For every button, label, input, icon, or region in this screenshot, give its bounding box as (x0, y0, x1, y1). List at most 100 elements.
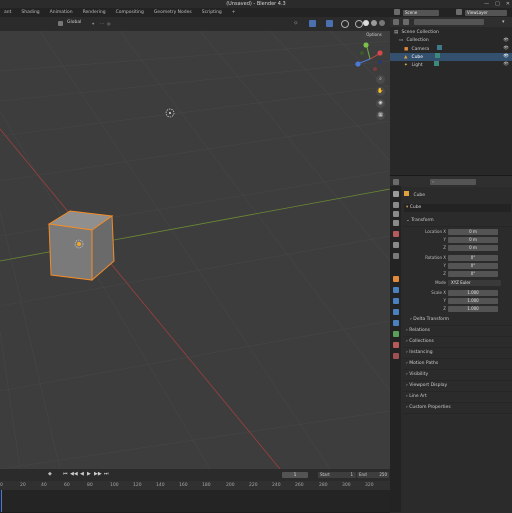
view-layer-field[interactable]: ViewLayer (465, 9, 507, 16)
maximize-icon[interactable]: □ (495, 1, 500, 7)
options-dropdown[interactable]: Options (362, 32, 386, 38)
scale-x-field[interactable]: 1.000 (448, 290, 498, 296)
location-x-field[interactable]: 0 m (448, 229, 498, 235)
current-frame-field[interactable]: 1 (282, 472, 308, 478)
rotation-z-field[interactable]: 0° (448, 271, 498, 277)
panel-visibility[interactable]: › Visibility (403, 370, 512, 381)
transform-orientation-dropdown[interactable]: Global (67, 19, 89, 27)
panel-transform[interactable]: ⌄ Transform (403, 216, 512, 227)
play-reverse-icon[interactable]: ◀ (80, 471, 84, 477)
material-tab-icon[interactable] (393, 342, 399, 348)
texture-tab-icon[interactable] (393, 353, 399, 359)
keyframe-icon[interactable]: ◆ (48, 471, 52, 477)
object-tab-icon[interactable] (393, 276, 399, 282)
camera-visibility-icon[interactable]: 👁 (503, 45, 509, 53)
outliner-item-cube[interactable]: ▲ Cube 👁 (390, 53, 512, 61)
panel-custom-properties[interactable]: › Custom Properties (403, 403, 512, 414)
outliner-item-collection[interactable]: ▭ Collection 👁 (390, 37, 512, 45)
outliner-item-light[interactable]: ✦ Light 👁 (390, 61, 512, 69)
editor-type-icon[interactable] (393, 19, 399, 25)
editor-type-icon[interactable] (393, 179, 399, 185)
outliner-item-scene-collection[interactable]: ▤ Scene Collection (390, 29, 512, 37)
camera-view-icon[interactable]: ◉ (376, 99, 385, 108)
perspective-toggle-icon[interactable]: ▦ (376, 111, 385, 120)
tab-workspace[interactable]: ant (0, 8, 15, 17)
modifier-tab-icon[interactable] (393, 287, 399, 293)
overlay-toggle-icon[interactable] (326, 20, 333, 27)
tool-tab-icon[interactable] (393, 191, 399, 197)
cube-object[interactable] (47, 210, 115, 282)
snap-icon[interactable]: ⋯ (100, 21, 104, 26)
pivot-icon[interactable]: ⌖ (92, 21, 94, 26)
particles-tab-icon[interactable] (393, 298, 399, 304)
proportional-edit-icon[interactable]: ◎ (107, 21, 111, 26)
tab-geometry-nodes[interactable]: Geometry Nodes (150, 8, 196, 17)
prev-keyframe-icon[interactable]: ◀◀ (70, 471, 78, 477)
viewport-canvas[interactable] (0, 31, 390, 469)
outliner-item-camera[interactable]: ■ Camera 👁 (390, 45, 512, 53)
panel-delta-transform[interactable]: › Delta Transform (410, 315, 512, 326)
outliner-search-input[interactable] (414, 19, 484, 25)
properties-search-input[interactable]: ⌕ (430, 179, 476, 185)
tab-compositing[interactable]: Compositing (112, 8, 148, 17)
panel-line-art[interactable]: › Line Art (403, 392, 512, 403)
end-frame-field[interactable]: End 250 (357, 472, 389, 478)
xray-icon[interactable] (341, 20, 349, 28)
panel-collections[interactable]: › Collections (403, 337, 512, 348)
play-icon[interactable]: ▶ (87, 471, 91, 477)
close-icon[interactable]: ✕ (506, 1, 510, 7)
playhead[interactable] (1, 490, 2, 512)
jump-end-icon[interactable]: ⏭ (104, 471, 109, 477)
start-frame-field[interactable]: Start 1 (318, 472, 356, 478)
location-z-field[interactable]: 0 m (448, 245, 498, 251)
scale-y-field[interactable]: 1.000 (448, 298, 498, 304)
timeline-area[interactable] (0, 490, 390, 512)
3d-viewport[interactable]: Options ⌕ ✋ ◉ ▦ (0, 31, 390, 469)
rendered-shading-icon[interactable] (379, 20, 385, 26)
next-keyframe-icon[interactable]: ▶▶ (94, 471, 102, 477)
minimize-icon[interactable]: — (484, 1, 489, 7)
jump-start-icon[interactable]: ⏮ (63, 471, 68, 477)
navigation-gizmo[interactable] (355, 42, 383, 71)
scene-name-field[interactable]: Scene (403, 9, 439, 16)
collection-tab-icon[interactable] (393, 253, 399, 259)
scale-z-field[interactable]: 1.000 (448, 306, 498, 312)
tab-rendering[interactable]: Rendering (79, 8, 110, 17)
view-layer-tab-icon[interactable] (393, 220, 399, 226)
rotation-mode-dropdown[interactable]: XYZ Euler (448, 280, 501, 286)
object-name-field[interactable]: ▾ Cube (404, 204, 511, 212)
location-y-field[interactable]: 0 m (448, 237, 498, 243)
display-mode-icon[interactable] (403, 19, 409, 25)
visibility-icon[interactable]: ⬦ (294, 20, 298, 26)
constraints-tab-icon[interactable] (393, 320, 399, 326)
rotation-y-field[interactable]: 0° (448, 263, 498, 269)
3d-cursor-icon[interactable] (165, 108, 175, 118)
add-workspace-button[interactable]: + (228, 8, 240, 17)
tab-animation[interactable]: Animation (46, 8, 77, 17)
tab-shading[interactable]: Shading (17, 8, 43, 17)
panel-relations[interactable]: › Relations (403, 326, 512, 337)
scene-tab-icon[interactable] (393, 231, 399, 237)
light-visibility-icon[interactable]: 👁 (503, 61, 509, 69)
frame-ruler[interactable]: 0 20 40 60 80 100 120 140 160 180 200 22… (0, 481, 390, 490)
data-tab-icon[interactable] (393, 331, 399, 337)
render-tab-icon[interactable] (393, 202, 399, 208)
gizmo-y-icon (363, 42, 369, 48)
gizmo-toggle-icon[interactable] (309, 20, 316, 27)
filter-icon[interactable]: ▾ (502, 19, 505, 25)
zoom-icon[interactable]: ⌕ (376, 75, 385, 84)
solid-shading-icon[interactable] (363, 20, 369, 26)
pan-hand-icon[interactable]: ✋ (376, 87, 385, 96)
tab-scripting[interactable]: Scripting (198, 8, 226, 17)
panel-viewport-display[interactable]: › Viewport Display (403, 381, 512, 392)
collection-visibility-icon[interactable]: 👁 (503, 37, 509, 45)
wireframe-shading-icon[interactable] (355, 20, 363, 28)
physics-tab-icon[interactable] (393, 309, 399, 315)
material-shading-icon[interactable] (371, 20, 377, 26)
output-tab-icon[interactable] (393, 211, 399, 217)
world-tab-icon[interactable] (393, 242, 399, 248)
cube-visibility-icon[interactable]: 👁 (503, 53, 509, 61)
rotation-x-field[interactable]: 0° (448, 255, 498, 261)
panel-motion-paths[interactable]: › Motion Paths (403, 359, 512, 370)
panel-instancing[interactable]: › Instancing (403, 348, 512, 359)
